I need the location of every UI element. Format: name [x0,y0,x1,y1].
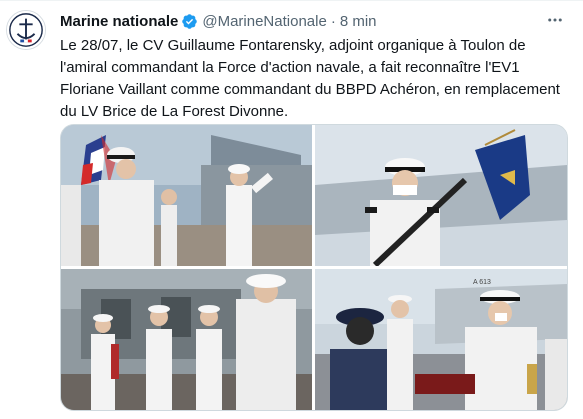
separator-dot: · [330,12,336,30]
author-handle[interactable]: @MarineNationale [202,13,326,30]
verified-badge-icon [181,13,198,30]
photo-ceremony-salute[interactable] [61,125,312,266]
tweet-header: Marine nationale @MarineNationale · 8 mi… [60,11,377,31]
photo-deck-officers[interactable] [61,269,312,410]
tweet-text-line: du LV Brice de La Forest Divonne. [60,103,289,120]
ship-marking: A 613 [473,279,491,286]
tweet-text: Le 28/07, le CV Guillaume Fontarensky, a… [60,35,560,123]
marine-nationale-logo-icon [7,11,45,49]
tweet-timestamp[interactable]: 8 min [340,13,377,30]
tweet-text-line: Le 28/07, le CV Guillaume Fontarensky, a… [60,37,526,54]
author-avatar[interactable] [6,10,46,50]
photo-ceremony-handover[interactable]: A 613 [315,269,567,410]
media-grid: A 613 [60,124,568,411]
tweet-text-line: Floriane Vaillant comme commandant du BB… [60,81,560,98]
top-divider [0,0,583,1]
photo-officer-flag[interactable] [315,125,567,266]
more-options-icon[interactable] [543,8,567,32]
tweet-text-line: l'amiral commandant la Force d'action na… [60,59,520,76]
author-name[interactable]: Marine nationale [60,13,178,30]
